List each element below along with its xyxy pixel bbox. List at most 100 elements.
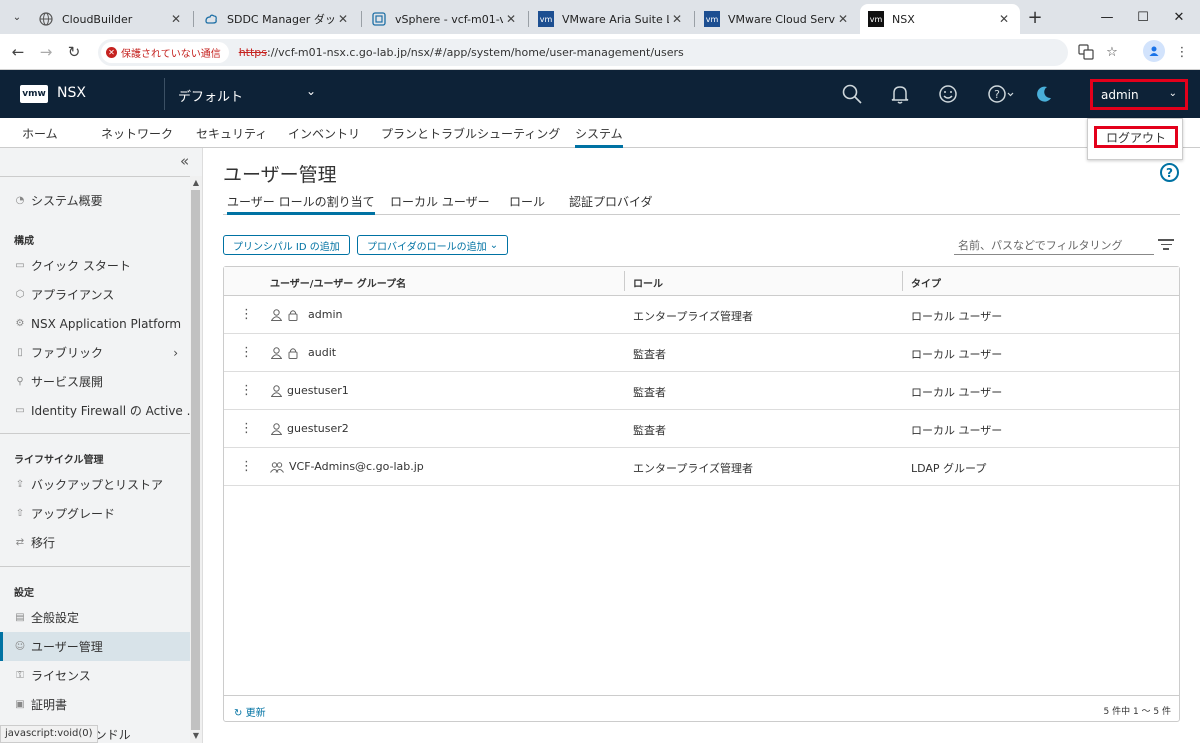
browser-tab-nsx[interactable]: vm NSX ✕: [860, 4, 1020, 34]
close-icon[interactable]: ✕: [168, 12, 184, 26]
table-row: ⋮ audit 監査者 ローカル ユーザー: [224, 334, 1179, 372]
tab-roles[interactable]: ロール: [509, 193, 545, 210]
close-icon[interactable]: ✕: [335, 12, 351, 26]
browser-tab-vsphere[interactable]: vSphere - vcf-m01-vc-01. ✕: [363, 4, 527, 34]
user-name-cell: admin: [308, 308, 343, 321]
sidebar-item-migrate[interactable]: ⇄ 移行: [0, 528, 190, 557]
reload-icon[interactable]: ↻: [62, 40, 86, 64]
browser-tab-aria[interactable]: vm VMware Aria Suite Lifecycle ✕: [530, 4, 693, 34]
tab-local-users[interactable]: ローカル ユーザー: [390, 193, 490, 210]
close-icon[interactable]: ✕: [669, 12, 685, 26]
tab-search-icon[interactable]: ⌄: [6, 6, 28, 28]
add-provider-role-button[interactable]: プロバイダのロールの追加 ⌄: [357, 235, 509, 255]
sidebar-item-licenses[interactable]: ⚿ ライセンス: [0, 661, 190, 690]
window-close-icon[interactable]: ✕: [1156, 0, 1200, 34]
close-icon[interactable]: ✕: [996, 12, 1012, 26]
migrate-icon: ⇄: [15, 537, 25, 548]
gear-icon: ⚙: [15, 318, 25, 329]
sidebar-scrollbar[interactable]: ▲ ▼: [190, 176, 202, 743]
sidebar-item-backup-restore[interactable]: ⇪ バックアップとリストア: [0, 470, 190, 499]
user-role-grid: ユーザー/ユーザー グループ名 ロール タイプ ⋮ admin エンタープライズ…: [223, 266, 1180, 722]
tab-title: SDDC Manager ダッシュボード: [227, 13, 335, 26]
column-header-type[interactable]: タイプ: [911, 275, 941, 290]
svg-text:?: ?: [994, 88, 1000, 101]
user-menu-button[interactable]: admin ⌄: [1090, 79, 1188, 110]
user-icon: [270, 308, 282, 321]
nav-home[interactable]: ホーム: [22, 125, 58, 142]
sidebar-item-fabric[interactable]: ▯ ファブリック ›: [0, 338, 190, 367]
warning-icon: ✕: [106, 47, 117, 58]
vmware-logo: vmw: [20, 85, 48, 103]
close-icon[interactable]: ✕: [503, 12, 519, 26]
role-cell: 監査者: [633, 348, 666, 361]
nav-inventory[interactable]: インベントリ: [288, 125, 360, 142]
sidebar-item-service-deployment[interactable]: ⚲ サービス展開: [0, 367, 190, 396]
column-header-name[interactable]: ユーザー/ユーザー グループ名: [270, 275, 406, 290]
tab-auth-providers[interactable]: 認証プロバイダ: [569, 193, 653, 210]
row-actions-kebab-icon[interactable]: ⋮: [240, 345, 253, 360]
section-settings-heading: 設定: [14, 588, 34, 599]
close-icon[interactable]: ✕: [835, 12, 851, 26]
help-icon[interactable]: ?: [1160, 163, 1179, 182]
nav-security[interactable]: セキュリティ: [196, 125, 267, 142]
row-actions-kebab-icon[interactable]: ⋮: [240, 383, 253, 398]
sidebar-item-appliances[interactable]: ⬡ アプライアンス: [0, 280, 190, 309]
chevron-down-icon: ⌄: [1168, 88, 1177, 99]
not-secure-chip[interactable]: ✕ 保護されていない通信: [101, 42, 229, 63]
bell-icon[interactable]: [888, 82, 912, 106]
back-icon[interactable]: ←: [6, 40, 30, 64]
sidebar: « ◔ システム概要 構成 ▭ クイック スタート ⬡ アプライアンス ⚙ NSX Ap…: [0, 148, 203, 743]
pagination-info: 5 件中 1 ～ 5 件: [1103, 707, 1171, 717]
forward-icon[interactable]: →: [34, 40, 58, 64]
add-principal-identity-button[interactable]: プリンシパル ID の追加: [223, 235, 350, 255]
sidebar-item-quick-start[interactable]: ▭ クイック スタート: [0, 251, 190, 280]
search-icon[interactable]: [840, 82, 864, 106]
dashboard-icon: ◔: [15, 195, 25, 206]
project-selector[interactable]: デフォルト: [178, 86, 243, 105]
user-dropdown-menu: ログアウト: [1087, 118, 1183, 160]
nav-plan-troubleshoot[interactable]: プランとトラブルシューティング: [381, 125, 560, 142]
browser-tab-sddc[interactable]: SDDC Manager ダッシュボード ✕: [195, 4, 359, 34]
help-menu-icon[interactable]: ?: [986, 82, 1016, 106]
tab-user-role-assignment[interactable]: ユーザー ロールの割り当て: [227, 193, 375, 215]
browser-tab-cloud-services[interactable]: vm VMware Cloud Services ✕: [696, 4, 859, 34]
sidebar-item-nsx-application-platform[interactable]: ⚙ NSX Application Platform: [0, 309, 190, 338]
upgrade-icon: ⇧: [15, 508, 25, 519]
nav-networking[interactable]: ネットワーク: [101, 125, 173, 142]
dark-mode-moon-icon[interactable]: [1032, 82, 1056, 106]
browser-menu-icon[interactable]: ⋮: [1172, 42, 1192, 62]
browser-tab-cloudbuilder[interactable]: CloudBuilder ✕: [30, 4, 192, 34]
sidebar-item-system-overview[interactable]: ◔ システム概要: [0, 186, 190, 215]
sidebar-item-certificates[interactable]: ▣ 証明書: [0, 690, 190, 719]
type-cell: ローカル ユーザー: [911, 424, 1003, 437]
table-row: ⋮ admin エンタープライズ管理者 ローカル ユーザー: [224, 296, 1179, 334]
logout-button[interactable]: ログアウト: [1094, 126, 1178, 148]
row-actions-kebab-icon[interactable]: ⋮: [240, 459, 253, 474]
smiley-feedback-icon[interactable]: [936, 82, 960, 106]
collapse-sidebar-icon[interactable]: «: [180, 152, 189, 170]
user-icon: [270, 346, 282, 359]
sidebar-item-upgrade[interactable]: ⇧ アップグレード: [0, 499, 190, 528]
row-actions-kebab-icon[interactable]: ⋮: [240, 421, 253, 436]
nav-system[interactable]: システム: [575, 125, 623, 148]
product-name: NSX: [57, 85, 86, 101]
folder-icon: ▭: [15, 405, 25, 416]
filter-input[interactable]: 名前、パスなどでフィルタリング: [954, 233, 1154, 255]
bookmark-star-icon[interactable]: ☆: [1102, 42, 1122, 62]
sidebar-item-identity-firewall[interactable]: ▭ Identity Firewall の Active ...: [0, 396, 190, 425]
refresh-button[interactable]: ↻ 更新: [234, 704, 266, 719]
sidebar-item-user-management[interactable]: ☺ ユーザー管理: [0, 632, 190, 661]
filter-icon[interactable]: [1158, 239, 1174, 253]
column-header-role[interactable]: ロール: [633, 275, 663, 290]
chevron-right-icon: ›: [173, 345, 178, 360]
url-omnibox[interactable]: ✕ 保護されていない通信 https://vcf-m01-nsx.c.go-la…: [98, 39, 1068, 66]
chevron-down-icon[interactable]: ⌄: [306, 84, 316, 98]
appliance-cube-icon: ⬡: [15, 289, 25, 300]
profile-avatar-icon[interactable]: [1143, 40, 1165, 62]
url-text[interactable]: https://vcf-m01-nsx.c.go-lab.jp/nsx/#/ap…: [239, 46, 684, 59]
translate-icon[interactable]: [1076, 42, 1096, 62]
row-actions-kebab-icon[interactable]: ⋮: [240, 307, 253, 322]
new-tab-icon[interactable]: +: [1024, 6, 1046, 28]
chevron-down-icon: ⌄: [489, 239, 499, 251]
sidebar-item-general-settings[interactable]: ▤ 全般設定: [0, 603, 190, 632]
